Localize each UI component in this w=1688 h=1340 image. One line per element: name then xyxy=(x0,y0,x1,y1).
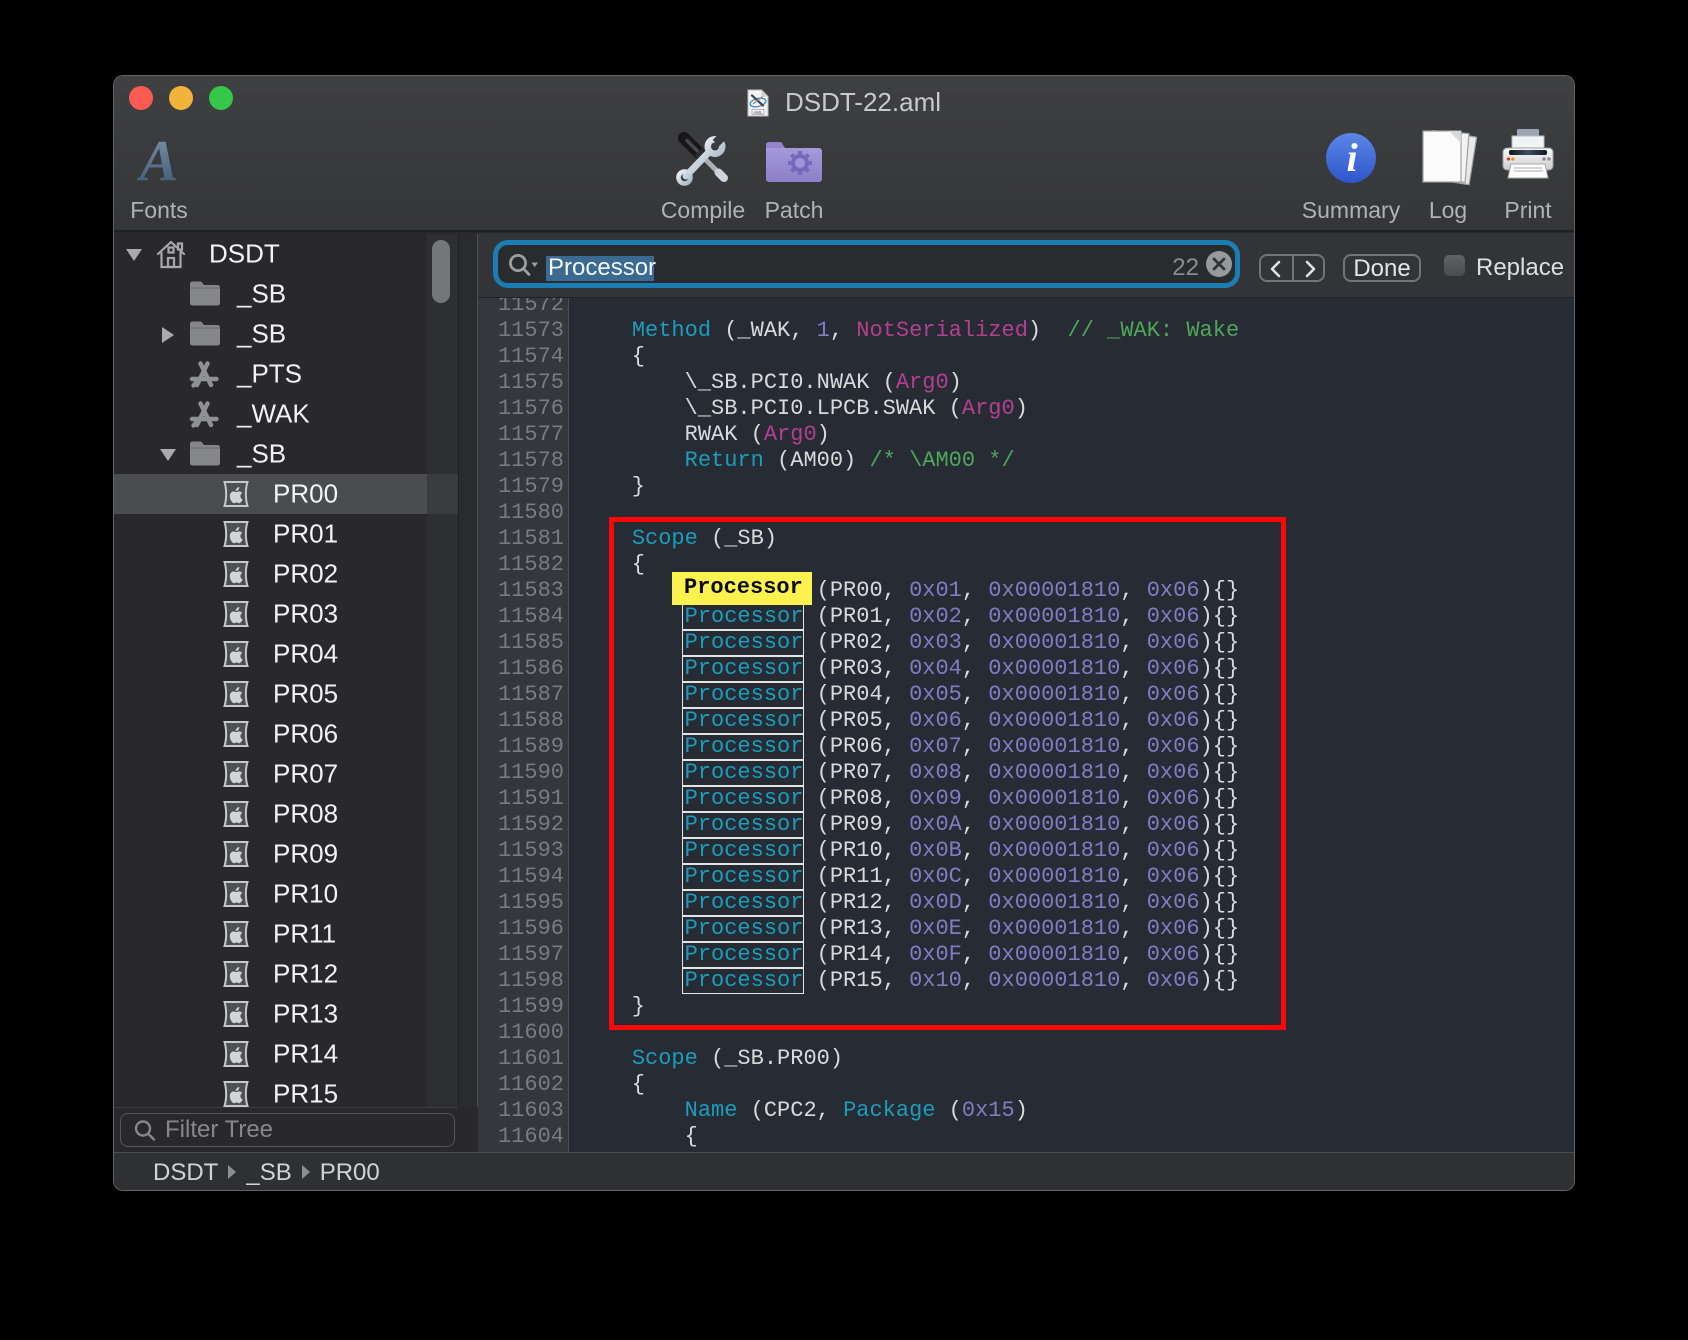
svg-text:A: A xyxy=(137,136,178,192)
svg-text:AML: AML xyxy=(753,109,763,114)
svg-text:i: i xyxy=(1346,135,1357,180)
